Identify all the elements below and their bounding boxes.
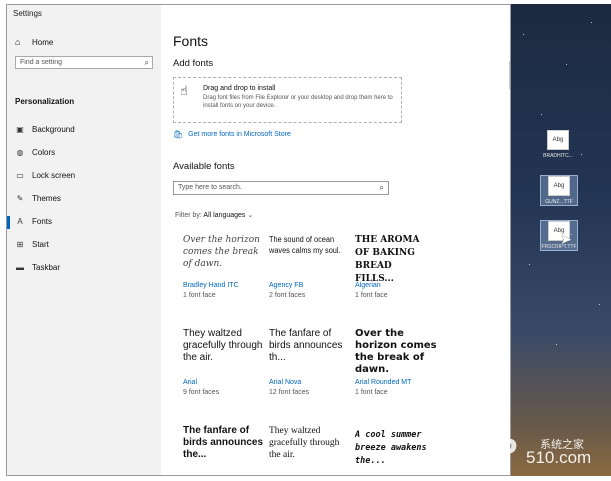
font-sample-agency[interactable]: The sound of ocean waves calms my soul. (269, 234, 341, 256)
font-name[interactable]: Arial Rounded MT (355, 379, 411, 386)
store-link[interactable]: 🛍 Get more fonts in Microsoft Store (173, 130, 291, 139)
sidebar-home[interactable]: ⌂ Home (15, 37, 53, 47)
home-icon: ⌂ (15, 37, 21, 47)
font-name[interactable]: Agency FB (269, 282, 303, 289)
font-face-count: 12 font faces (269, 389, 310, 396)
setting-search-input[interactable]: Find a setting ⌕ (15, 56, 153, 69)
font-face-count: 2 font faces (269, 292, 306, 299)
sidebar-home-label: Home (32, 37, 54, 47)
sidebar-item-background[interactable]: ▣ Background (15, 125, 75, 134)
sidebar-item-themes[interactable]: ✎ Themes (15, 194, 61, 203)
desktop-icon-label: BRADHITC... (543, 153, 573, 159)
hand-pointer-icon: ☝ (180, 83, 188, 98)
sidebar: ⌂ Home Find a setting ⌕ Personalization … (7, 21, 161, 475)
chevron-down-icon: ⌄ (247, 212, 254, 219)
sidebar-item-start[interactable]: ⊞ Start (15, 240, 49, 249)
desktop-font-file[interactable]: Abg GUNZ...TTF (540, 175, 578, 206)
font-sample-row3-c[interactable]: A cool summer breeze awakens the... (355, 429, 437, 468)
font-icon: A (17, 217, 23, 226)
font-face-count: 9 font faces (183, 389, 220, 396)
font-search-placeholder: Type here to search. (178, 184, 242, 191)
palette-icon: ◍ (16, 148, 24, 157)
font-file-icon: Abg (548, 176, 570, 196)
sidebar-item-label: Start (32, 240, 49, 249)
language-filter[interactable]: Filter by: All languages ⌄ (175, 211, 253, 219)
mouse-cursor-icon: ➤ (560, 231, 572, 247)
sidebar-item-label: Background (32, 125, 75, 134)
sidebar-item-fonts[interactable]: A Fonts (15, 217, 52, 226)
font-name[interactable]: Bradley Hand ITC (183, 282, 239, 289)
sidebar-item-taskbar[interactable]: ▬ Taskbar (15, 263, 60, 272)
filter-label: Filter by: (175, 212, 202, 219)
font-name[interactable]: Arial Nova (269, 379, 301, 386)
active-indicator (7, 216, 10, 229)
font-name[interactable]: Arial (183, 379, 197, 386)
drop-zone-title: Drag and drop to install (203, 85, 276, 92)
fonts-page: Fonts Add fonts ☝ Drag and drop to insta… (161, 5, 510, 475)
filter-value: All languages (203, 212, 246, 219)
search-icon[interactable]: ⌕ (145, 58, 149, 68)
font-sample-arial[interactable]: They waltzed gracefully through the air. (183, 328, 265, 364)
settings-window: Settings — □ ✕ ⌂ Home Find a setting ⌕ P… (6, 4, 511, 476)
available-fonts-heading: Available fonts (173, 161, 235, 172)
sidebar-item-label: Fonts (32, 217, 53, 226)
add-fonts-heading: Add fonts (173, 58, 214, 69)
sidebar-item-label: Lock screen (32, 171, 76, 180)
store-link-label: Get more fonts in Microsoft Store (188, 131, 291, 138)
desktop-icon-label: GUNZ...TTF (545, 199, 573, 205)
desktop-font-file[interactable]: Abg BRADHITC... (540, 130, 576, 159)
font-file-icon: Abg (547, 130, 569, 150)
sidebar-item-label: Colors (32, 148, 56, 157)
start-icon: ⊞ (16, 240, 24, 249)
font-sample-arial-rounded[interactable]: Over the horizon comes the break of dawn… (355, 328, 437, 376)
taskbar-icon: ▬ (16, 263, 24, 272)
window-title: Settings (13, 9, 42, 18)
sidebar-item-colors[interactable]: ◍ Colors (15, 148, 56, 157)
brush-icon: ✎ (16, 194, 24, 203)
desktop-font-file[interactable]: Abg FRSCRIPT.TTF (540, 220, 578, 251)
watermark-logo: XP (474, 432, 516, 470)
font-search-input[interactable]: Type here to search. ⌕ (173, 181, 389, 195)
font-sample-row3-a[interactable]: The fanfare of birds announces the... (183, 425, 265, 461)
sidebar-item-label: Themes (32, 194, 61, 203)
sidebar-section-title: Personalization (15, 97, 75, 106)
drop-zone[interactable]: ☝ Drag and drop to install Drag font fil… (173, 77, 402, 123)
sidebar-item-label: Taskbar (32, 263, 61, 272)
page-title: Fonts (173, 33, 209, 49)
drop-zone-description: Drag font files from File Explorer or yo… (203, 95, 393, 109)
watermark: XP 系统之家 510.com (470, 430, 611, 474)
sidebar-item-lock-screen[interactable]: ▭ Lock screen (15, 171, 75, 180)
store-icon: 🛍 (173, 130, 184, 139)
watermark-domain: 510.com (526, 448, 592, 467)
search-icon[interactable]: ⌕ (380, 183, 384, 193)
font-sample-algerian[interactable]: THE AROMA OF BAKING BREAD FILLS... (355, 234, 433, 286)
picture-icon: ▣ (16, 125, 24, 134)
font-face-count: 1 font face (183, 292, 216, 299)
font-name[interactable]: Algerian (355, 282, 381, 289)
font-sample-row3-b[interactable]: They waltzed gracefully through the air. (269, 425, 351, 461)
lock-screen-icon: ▭ (16, 171, 24, 180)
font-sample-arial-nova[interactable]: The fanfare of birds announces th... (269, 328, 351, 364)
font-face-count: 1 font face (355, 389, 388, 396)
font-sample-bradley[interactable]: Over the horizon comes the break of dawn… (183, 234, 265, 270)
setting-search-placeholder: Find a setting (20, 59, 63, 66)
font-face-count: 1 font face (355, 292, 388, 299)
